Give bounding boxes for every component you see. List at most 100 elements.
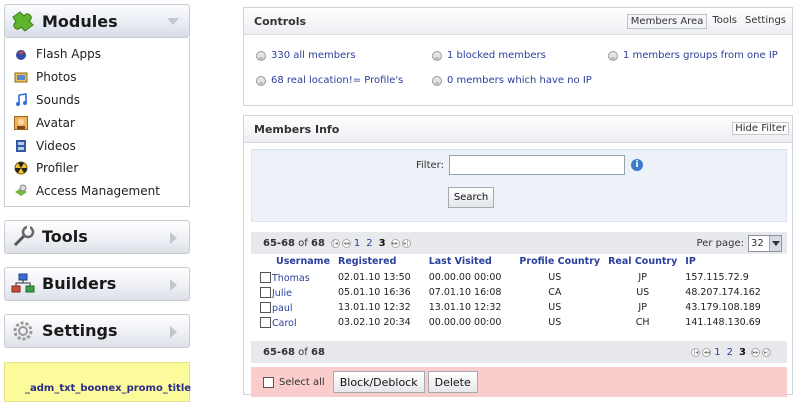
stat-link[interactable]: 1 blocked members [447, 50, 546, 61]
chevron-right-icon[interactable] [170, 278, 177, 291]
last-page-icon[interactable]: ▸| [762, 347, 771, 357]
row-checkbox[interactable] [260, 301, 271, 313]
col-last-visited[interactable]: Last Visited [415, 254, 506, 270]
page-link-2[interactable]: 2 [366, 238, 372, 249]
stat-link[interactable]: 330 all members [271, 50, 356, 61]
prev-page-icon[interactable]: ◂◂ [341, 238, 351, 248]
members-info-panel: Members Info Hide Filter Filter: i Searc… [243, 115, 793, 397]
username-link[interactable]: Thomas [272, 273, 310, 284]
members-table: Username Registered Last Visited Profile… [256, 254, 765, 330]
menu-label: Sounds [36, 92, 81, 107]
stat-link[interactable]: 68 real location!= Profile's [271, 75, 403, 86]
page-link-1[interactable]: 1 [354, 238, 360, 249]
col-username[interactable]: Username [256, 254, 334, 270]
members-icon [432, 50, 442, 61]
block-deblock-button[interactable]: Block/Deblock [332, 371, 425, 393]
hide-filter-button[interactable]: Hide Filter [732, 122, 789, 135]
photos-icon [14, 70, 28, 84]
ip-cell: 48.207.174.162 [685, 287, 761, 298]
next-page-icon[interactable]: ▸▸ [390, 238, 400, 248]
menu-item-profiler[interactable]: Profiler [5, 157, 189, 180]
menu-item-avatar[interactable]: Avatar [5, 111, 189, 134]
last-page-icon[interactable]: ▸| [401, 238, 411, 248]
real-country-cell: CH [635, 317, 650, 328]
promo-box: _adm_txt_boonex_promo_title [4, 362, 191, 402]
page-link-2[interactable]: 2 [727, 347, 733, 358]
tab-settings[interactable]: Settings [742, 14, 789, 29]
username-link[interactable]: Carol [272, 318, 297, 329]
table-row: paul 13.01.10 12:32 13.01.10 12:32 US JP… [256, 300, 765, 315]
tab-tools[interactable]: Tools [709, 14, 740, 29]
radiation-icon [14, 161, 28, 175]
builders-header[interactable]: Builders [4, 266, 190, 301]
row-checkbox[interactable] [260, 286, 271, 298]
total-count: 68 [311, 237, 325, 249]
ip-cell: 157.115.72.9 [685, 272, 749, 283]
last-visited-cell: 00.00.00 00:00 [428, 272, 502, 283]
stat-link[interactable]: 1 members groups from one IP [623, 50, 778, 61]
col-profile-country[interactable]: Profile Country [505, 254, 604, 270]
menu-label: Profiler [36, 161, 79, 176]
stat-groups-one-ip[interactable]: 1 members groups from one IP [608, 50, 778, 61]
row-checkbox[interactable] [260, 316, 271, 328]
select-all-checkbox[interactable] [263, 376, 274, 388]
profile-country-cell: CA [548, 287, 562, 298]
chevron-down-icon [769, 235, 781, 251]
settings-header[interactable]: Settings [4, 313, 190, 348]
action-bar: Select all Block/Deblock Delete [251, 367, 787, 397]
members-icon [432, 75, 442, 86]
prev-page-icon[interactable]: ◂◂ [702, 347, 712, 357]
stat-blocked-members[interactable]: 1 blocked members [432, 50, 546, 61]
stat-no-ip[interactable]: 0 members which have no IP [432, 75, 592, 86]
col-registered[interactable]: Registered [334, 254, 415, 270]
per-page-select[interactable]: 32 [748, 234, 782, 252]
real-country-cell: US [636, 287, 650, 298]
chevron-right-icon[interactable] [170, 325, 177, 338]
chevron-right-icon[interactable] [170, 231, 177, 244]
page-link-1[interactable]: 1 [714, 347, 720, 358]
pager-bottom: 65-68 of 68 |◂ ◂◂ 1 2 3 ▸▸ ▸| [251, 341, 787, 363]
avatar-icon [14, 115, 28, 130]
range-value: 65-68 [263, 346, 295, 358]
modules-title: Modules [42, 11, 118, 31]
tab-members-area[interactable]: Members Area [626, 14, 708, 29]
username-link[interactable]: Julie [272, 288, 292, 299]
music-note-icon [14, 93, 28, 107]
stat-real-location[interactable]: 68 real location!= Profile's [256, 75, 403, 86]
info-icon[interactable]: i [631, 159, 643, 171]
search-button[interactable]: Search [448, 187, 494, 208]
gear-icon [10, 319, 36, 343]
profile-country-cell: US [548, 317, 562, 328]
menu-item-flash-apps[interactable]: Flash Apps [5, 43, 189, 66]
range-text: 65-68 of 68 [263, 238, 325, 249]
chevron-down-icon[interactable] [167, 18, 179, 25]
stats-grid: 330 all members 1 blocked members 1 memb… [244, 35, 792, 115]
col-ip[interactable]: IP [681, 254, 765, 270]
menu-item-sounds[interactable]: Sounds [5, 89, 189, 112]
col-real-country[interactable]: Real Country [604, 254, 681, 270]
of-text: of [298, 237, 308, 249]
total-count: 68 [311, 346, 325, 358]
next-page-icon[interactable]: ▸▸ [751, 347, 760, 357]
real-country-cell: JP [638, 302, 647, 313]
modules-list: Flash Apps Photos Sounds Avatar Videos P… [4, 38, 190, 207]
username-link[interactable]: paul [272, 303, 293, 314]
stat-link[interactable]: 0 members which have no IP [447, 75, 592, 86]
ip-cell: 43.179.108.189 [685, 302, 761, 313]
row-checkbox[interactable] [260, 271, 271, 283]
first-page-icon[interactable]: |◂ [330, 238, 340, 248]
menu-item-videos[interactable]: Videos [5, 134, 189, 157]
filter-input[interactable] [449, 155, 625, 175]
menu-item-access-management[interactable]: Access Management [5, 180, 189, 203]
table-row: Thomas 02.01.10 13:50 00.00.00 00:00 US … [256, 270, 765, 285]
menu-label: Avatar [36, 115, 75, 130]
select-all-label[interactable]: Select all [279, 377, 325, 388]
menu-item-photos[interactable]: Photos [5, 66, 189, 89]
tools-header[interactable]: Tools [4, 219, 190, 254]
wrench-icon [10, 225, 36, 249]
stat-all-members[interactable]: 330 all members [256, 50, 356, 61]
modules-header[interactable]: Modules [4, 4, 190, 38]
delete-button[interactable]: Delete [427, 371, 478, 393]
first-page-icon[interactable]: |◂ [691, 347, 701, 357]
table-row: Carol 03.02.10 20:34 00.00.00 00:00 US C… [256, 315, 765, 330]
